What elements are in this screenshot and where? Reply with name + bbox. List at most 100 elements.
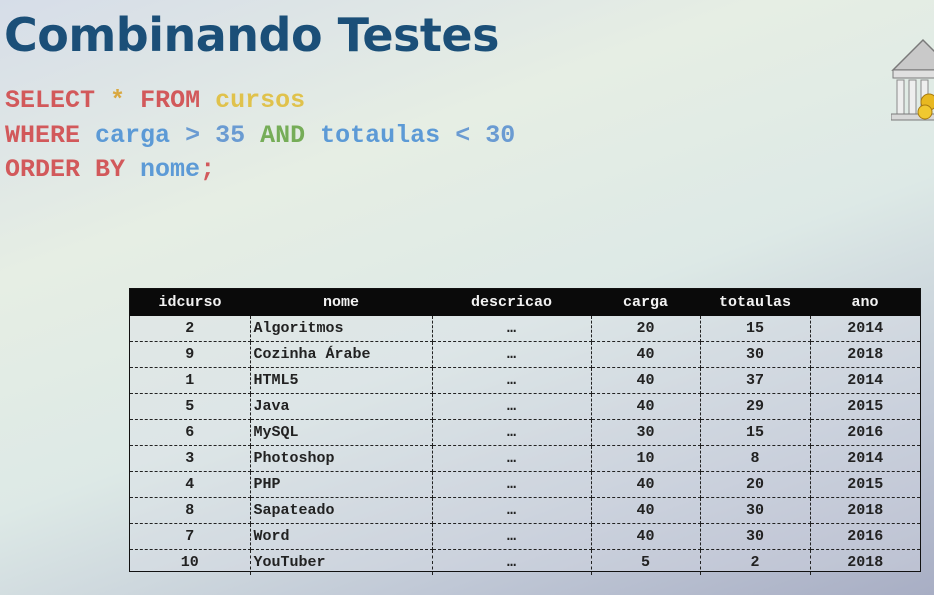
sql-keyword-and: AND [260, 120, 306, 150]
header-nome: nome [250, 289, 432, 316]
cell-ano: 2014 [810, 316, 920, 342]
cell-ano: 2015 [810, 471, 920, 498]
cell-totaulas: 20 [700, 471, 811, 498]
cell-totaulas: 30 [700, 523, 811, 550]
sql-semicolon: ; [200, 155, 216, 184]
cell-descricao: … [432, 367, 592, 394]
cell-descricao: … [432, 419, 592, 446]
cell-nome: Sapateado [250, 497, 433, 524]
sql-line-order: ORDER BY nome; [5, 153, 515, 188]
table-row: 4 PHP… 40 20 2015 [130, 471, 920, 498]
cell-ano: 2015 [810, 393, 920, 420]
cell-totaulas: 15 [700, 316, 811, 342]
sql-operator-lt: < [455, 120, 471, 150]
cell-descricao: … [432, 341, 592, 368]
cell-totaulas: 2 [700, 549, 811, 575]
sql-column-nome: nome [140, 155, 201, 184]
cell-descricao: … [432, 523, 592, 550]
sql-query: SELECT * FROM cursos WHERE carga > 35 AND… [5, 84, 515, 188]
page-title: Combinando Testes [4, 8, 499, 62]
cell-nome: Word [250, 523, 433, 550]
sql-keyword-from: FROM [140, 86, 201, 115]
sql-keyword-order-by: ORDER BY [5, 155, 126, 184]
cell-totaulas: 30 [700, 497, 811, 524]
cell-nome: Algoritmos [250, 316, 433, 342]
cell-nome: MySQL [250, 419, 433, 446]
sql-star: * [110, 86, 126, 115]
cell-nome: Photoshop [250, 445, 433, 472]
table-body: 2 Algoritmos… 20 15 2014 9 Cozinha Árabe… 40 30 2… [130, 316, 920, 575]
sql-table-name: cursos [215, 86, 306, 115]
cell-carga: 40 [591, 497, 701, 524]
cell-totaulas: 30 [700, 341, 811, 368]
table-row: 9 Cozinha Árabe… 40 30 2018 [130, 341, 920, 368]
cell-nome: Cozinha Árabe [250, 341, 433, 368]
cell-idcurso: 9 [130, 341, 251, 368]
cell-idcurso: 4 [130, 471, 251, 498]
cell-carga: 20 [591, 316, 701, 342]
cell-nome: PHP [250, 471, 433, 498]
header-carga: carga [591, 289, 700, 316]
cell-nome: Java [250, 393, 433, 420]
cell-totaulas: 15 [700, 419, 811, 446]
cell-descricao: … [432, 549, 592, 575]
sql-value-30: 30 [485, 120, 516, 150]
table-row: 5 Java… 40 29 2015 [130, 393, 920, 420]
cell-ano: 2018 [810, 497, 920, 524]
cell-carga: 5 [591, 549, 701, 575]
table-row: 2 Algoritmos… 20 15 2014 [130, 316, 920, 342]
header-idcurso: idcurso [130, 289, 250, 316]
table-row: 3 Photoshop… 10 8 2014 [130, 445, 920, 472]
cell-carga: 40 [591, 393, 701, 420]
bank-building-icon [891, 38, 934, 121]
cell-ano: 2014 [810, 367, 920, 394]
table-row: 6 MySQL… 30 15 2016 [130, 419, 920, 446]
table-row: 10 YouTuber… 5 2 2018 [130, 549, 920, 575]
cell-nome: HTML5 [250, 367, 433, 394]
sql-line-select: SELECT * FROM cursos [5, 84, 515, 119]
cell-idcurso: 2 [130, 316, 251, 342]
table-row: 8 Sapateado… 40 30 2018 [130, 497, 920, 524]
cell-carga: 30 [591, 419, 701, 446]
cell-ano: 2016 [810, 523, 920, 550]
cell-carga: 10 [591, 445, 701, 472]
cell-carga: 40 [591, 471, 701, 498]
cell-descricao: … [432, 393, 592, 420]
sql-column-totaulas: totaulas [320, 120, 441, 150]
cell-descricao: … [432, 316, 592, 342]
cell-totaulas: 8 [700, 445, 811, 472]
cell-idcurso: 1 [130, 367, 251, 394]
header-ano: ano [810, 289, 920, 316]
cell-totaulas: 29 [700, 393, 811, 420]
result-table: idcurso nome descricao carga totaulas ano 2 Al… [129, 288, 921, 575]
cell-totaulas: 37 [700, 367, 811, 394]
cell-ano: 2014 [810, 445, 920, 472]
cell-ano: 2016 [810, 419, 920, 446]
cell-ano: 2018 [847, 554, 884, 571]
cell-idcurso: 10 [130, 549, 251, 575]
cell-idcurso: 8 [130, 497, 251, 524]
table-row: 1 HTML5… 40 37 2014 [130, 367, 920, 394]
table-row: 7 Word… 40 30 2016 [130, 523, 920, 550]
cell-carga: 40 [591, 523, 701, 550]
sql-operator-gt: > [185, 120, 201, 150]
cell-descricao: … [432, 471, 592, 498]
cell-carga: 40 [591, 341, 701, 368]
cell-idcurso: 5 [130, 393, 251, 420]
header-descricao: descricao [432, 289, 591, 316]
sql-keyword-where: WHERE [5, 120, 81, 150]
cell-descricao: … [432, 445, 592, 472]
cell-idcurso: 3 [130, 445, 251, 472]
sql-value-35: 35 [215, 120, 246, 150]
sql-line-where: WHERE carga > 35 AND totaulas < 30 [5, 119, 515, 154]
cell-idcurso: 6 [130, 419, 251, 446]
cell-ano: 2018 [810, 341, 920, 368]
sql-keyword-select: SELECT [5, 86, 96, 115]
sql-column-carga: carga [95, 120, 171, 150]
cell-descricao: … [432, 497, 592, 524]
cell-nome: YouTuber [250, 549, 433, 575]
table-header-row: idcurso nome descricao carga totaulas ano [130, 289, 920, 316]
cell-idcurso: 7 [130, 523, 251, 550]
header-totaulas: totaulas [700, 289, 810, 316]
cell-carga: 40 [591, 367, 701, 394]
